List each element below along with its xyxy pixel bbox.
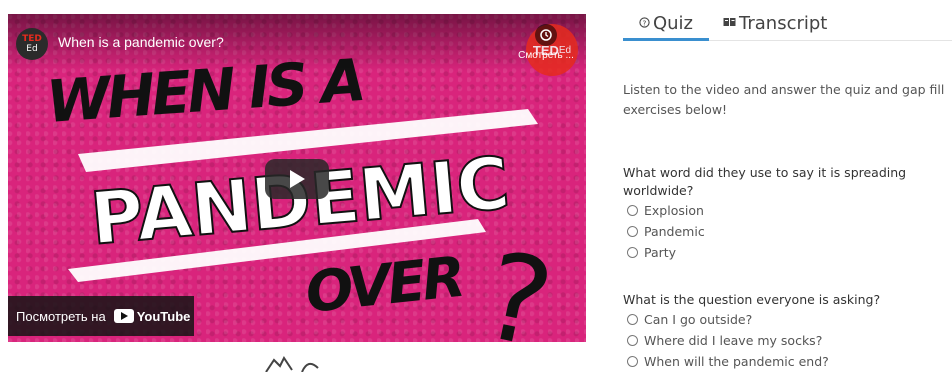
video-title[interactable]: When is a pandemic over? xyxy=(58,34,224,50)
channel-logo-top: TED xyxy=(22,34,42,44)
tab-quiz-label: Quiz xyxy=(652,13,694,34)
radio-button[interactable] xyxy=(627,356,638,367)
quiz-intro-text: Listen to the video and answer the quiz … xyxy=(623,82,945,117)
question-text: What word did they use to say it is spre… xyxy=(623,165,907,198)
youtube-label: YouTube xyxy=(136,308,191,324)
play-button[interactable] xyxy=(265,159,329,199)
radio-button[interactable] xyxy=(627,314,638,325)
question-text: What is the question everyone is asking? xyxy=(623,292,881,307)
tab-bar: ? Quiz Transcript xyxy=(623,8,952,41)
answer-option[interactable]: Explosion xyxy=(623,200,943,221)
answer-label: When will the pandemic end? xyxy=(644,354,829,369)
answer-label: Party xyxy=(644,245,677,260)
quiz-question-1: What word did they use to say it is spre… xyxy=(623,164,943,263)
art-line-3: OVER xyxy=(303,245,469,326)
radio-button[interactable] xyxy=(627,226,638,237)
tab-transcript[interactable]: Transcript xyxy=(723,8,827,39)
channel-logo-bottom: Ed xyxy=(26,44,38,54)
answer-label: Where did I leave my socks? xyxy=(644,333,823,348)
answer-option[interactable]: Party xyxy=(623,242,943,263)
radio-button[interactable] xyxy=(627,247,638,258)
youtube-logo: YouTube xyxy=(113,308,191,324)
watch-on-label: Посмотреть на xyxy=(16,308,106,324)
art-question-mark: ? xyxy=(472,226,563,342)
quiz-question-2: What is the question everyone is asking?… xyxy=(623,291,943,372)
video-player[interactable]: WHEN IS A PANDEMIC OVER ? TED Ed When is… xyxy=(8,14,586,342)
watch-on-youtube-button[interactable]: Посмотреть на YouTube xyxy=(8,296,194,336)
answer-option[interactable]: When will the pandemic end? xyxy=(623,351,943,372)
answer-label: Pandemic xyxy=(644,224,705,239)
clock-icon xyxy=(535,24,557,46)
svg-text:?: ? xyxy=(643,18,647,27)
answer-option[interactable]: Can I go outside? xyxy=(623,309,943,330)
answer-option[interactable]: Pandemic xyxy=(623,221,943,242)
hand-doodle-icon xyxy=(265,356,319,372)
answer-option[interactable]: Where did I leave my socks? xyxy=(623,330,943,351)
book-icon xyxy=(723,17,736,30)
answer-label: Can I go outside? xyxy=(644,312,753,327)
question-circle-icon: ? xyxy=(639,16,650,31)
channel-logo[interactable]: TED Ed xyxy=(16,28,48,60)
tab-transcript-label: Transcript xyxy=(739,13,828,34)
tab-quiz[interactable]: ? Quiz xyxy=(623,8,709,41)
answer-label: Explosion xyxy=(644,203,704,218)
radio-button[interactable] xyxy=(627,205,638,216)
watch-later-label: Смотреть ... xyxy=(518,50,574,61)
watch-later-button[interactable]: Смотреть ... xyxy=(516,24,576,61)
play-icon xyxy=(290,170,305,188)
radio-button[interactable] xyxy=(627,335,638,346)
youtube-play-icon xyxy=(113,309,134,323)
